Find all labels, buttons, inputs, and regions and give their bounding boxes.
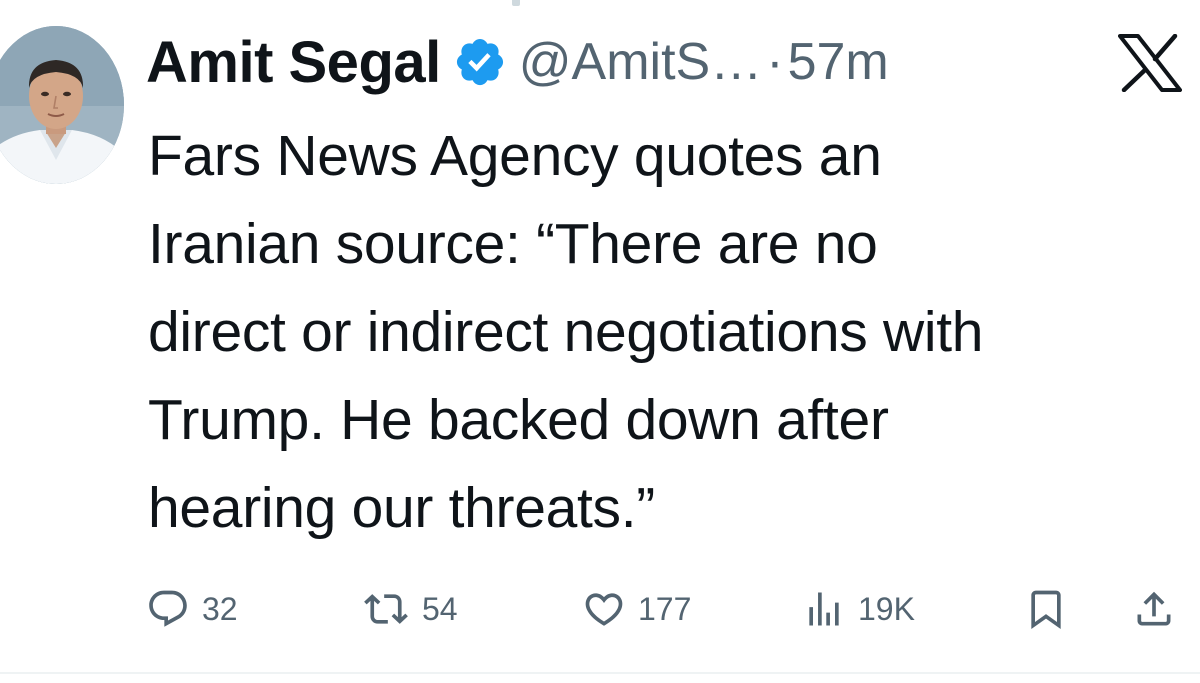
- reply-icon: [149, 590, 187, 627]
- tweet-text-line: Fars News Agency quotes an: [148, 124, 882, 188]
- author-display-name[interactable]: Amit Segal: [146, 29, 441, 96]
- like-button[interactable]: 177: [582, 584, 691, 634]
- separator-dot: ·: [766, 33, 784, 91]
- reply-button[interactable]: 32: [146, 584, 238, 634]
- views-icon: [809, 592, 839, 626]
- share-button[interactable]: [1132, 584, 1176, 634]
- repost-icon: [364, 594, 408, 624]
- tweet-action-bar: 32 54 177 19K: [146, 584, 1186, 634]
- reply-count: 32: [202, 590, 238, 627]
- thread-connector-line: [512, 0, 520, 6]
- repost-button[interactable]: 54: [362, 584, 458, 634]
- tweet-text-line: Iranian source: “There are no: [148, 212, 878, 276]
- verified-badge-icon: [453, 35, 507, 89]
- bookmark-icon: [1031, 590, 1061, 630]
- views-button[interactable]: 19K: [802, 584, 915, 634]
- repost-count: 54: [422, 590, 458, 627]
- bookmark-button[interactable]: [1024, 584, 1068, 634]
- heart-icon: [585, 593, 623, 626]
- tweet-text-line: direct or indirect negotiations with: [148, 300, 984, 364]
- timestamp[interactable]: 57m: [788, 32, 889, 92]
- tweet-text-line: hearing our threats.”: [148, 476, 655, 540]
- like-count: 177: [638, 590, 692, 627]
- tweet-divider: [0, 672, 1200, 674]
- views-count: 19K: [858, 590, 915, 627]
- tweet-header: Amit Segal @AmitS… · 57m: [146, 22, 889, 102]
- tweet-text: Fars News Agency quotes an Iranian sourc…: [148, 112, 1188, 552]
- tweet-text-line: Trump. He backed down after: [148, 388, 889, 452]
- x-logo-icon[interactable]: [1118, 33, 1182, 93]
- author-handle[interactable]: @AmitS…: [519, 32, 762, 92]
- avatar[interactable]: [0, 26, 124, 184]
- share-icon: [1137, 591, 1171, 626]
- avatar-image: [0, 26, 124, 184]
